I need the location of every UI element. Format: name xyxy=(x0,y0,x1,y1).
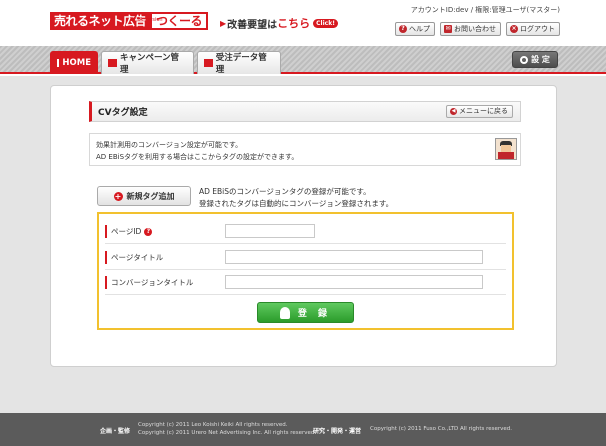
avatar xyxy=(495,138,517,160)
main-area: CVタグ設定 ◀ メニューに戻る 効果計測用のコンバージョン設定が可能です。 A… xyxy=(0,76,606,413)
settings-button-label: 設 定 xyxy=(531,55,550,64)
register-button-label: 登 録 xyxy=(297,309,332,319)
header-buttons: ? ヘルプ ✉ お問い合わせ × ログアウト xyxy=(395,22,560,36)
help-button-label: ヘルプ xyxy=(409,25,430,33)
conversion-title-input[interactable] xyxy=(225,275,483,289)
field-label: ページタイトル xyxy=(105,251,163,264)
conversion-title-label: コンバージョンタイトル xyxy=(111,278,194,287)
tag-note: AD EBiSのコンバージョンタグの登録が可能です。 登録されたタグは自動的にコ… xyxy=(199,186,393,209)
click-badge: Click! xyxy=(313,18,338,28)
add-tag-button-label: 新規タグ追加 xyxy=(126,191,175,201)
tab-campaign-label: キャンペーン管理 xyxy=(119,53,180,75)
note-line-2: 登録されたタグは自動的にコンバージョン登録されます。 xyxy=(199,198,394,208)
request-prefix: 改善要望は xyxy=(227,19,278,31)
logo-beta-text: BETA version xyxy=(130,17,163,23)
page-id-label: ページID xyxy=(111,227,142,236)
note-line-1: AD EBiSのコンバージョンタグの登録が可能です。 xyxy=(199,187,371,196)
back-button-label: メニューに戻る xyxy=(459,107,508,115)
help-icon[interactable]: ? xyxy=(144,227,153,236)
question-icon: ? xyxy=(399,25,407,33)
page-title: CVタグ設定 xyxy=(98,108,148,118)
home-icon xyxy=(57,59,60,67)
settings-button[interactable]: 設 定 xyxy=(512,51,558,68)
mail-icon: ✉ xyxy=(444,25,452,33)
help-button[interactable]: ? ヘルプ xyxy=(395,22,435,36)
arrow-right-icon: ▶ xyxy=(220,18,227,28)
info-line-2: AD EBiSタグを利用する場合はここからタグの設定ができます。 xyxy=(96,153,299,161)
tab-home-label: HOME xyxy=(62,58,91,68)
form-row-page-id: ページID ? xyxy=(105,219,506,244)
clipboard-icon xyxy=(204,59,213,67)
tab-orders[interactable]: 受注データ管理 xyxy=(197,51,281,81)
feature-request-link[interactable]: ▶ 改善要望は こちら Click! xyxy=(220,15,338,31)
close-icon: × xyxy=(510,25,518,33)
copyright-line-3: Copyright (c) 2011 Fuso Co.,LTD All righ… xyxy=(370,426,513,432)
footer-copyright-left: Copyright (c) 2011 Leo Koishi Keiki All … xyxy=(138,421,316,437)
tab-orders-label: 受注データ管理 xyxy=(215,53,267,75)
arrow-left-icon: ◀ xyxy=(450,108,457,115)
contact-button-label: お問い合わせ xyxy=(454,25,496,33)
plus-icon: + xyxy=(113,191,123,201)
page-title-bar: CVタグ設定 ◀ メニューに戻る xyxy=(89,101,521,122)
info-line-1: 効果計測用のコンバージョン設定が可能です。 xyxy=(96,141,243,149)
header: 売れるネット広告 つくーる BETA version ▶ 改善要望は こちら C… xyxy=(0,0,606,46)
campaign-icon xyxy=(108,59,117,67)
info-box: 効果計測用のコンバージョン設定が可能です。 AD EBiSタグを利用する場合はこ… xyxy=(89,133,521,166)
form-row-page-title: ページタイトル xyxy=(105,245,506,270)
page-title-input[interactable] xyxy=(225,250,483,264)
page-title-label: ページタイトル xyxy=(111,253,164,262)
gear-icon xyxy=(520,55,529,64)
logout-button[interactable]: × ログアウト xyxy=(506,22,560,36)
footer-plan-label: 企画・監修 xyxy=(100,428,131,435)
tab-home[interactable]: HOME xyxy=(50,51,98,82)
form-row-conversion-title: コンバージョンタイトル xyxy=(105,270,506,295)
add-tag-button[interactable]: + 新規タグ追加 xyxy=(97,186,191,206)
request-link-text: こちら xyxy=(277,17,311,30)
back-to-menu-button[interactable]: ◀ メニューに戻る xyxy=(446,105,513,118)
page-id-input[interactable] xyxy=(225,224,315,238)
copyright-line-2: Copyright (c) 2011 Urero Net Advertising… xyxy=(138,430,317,436)
field-label: コンバージョンタイトル xyxy=(105,276,193,289)
content-card: CVタグ設定 ◀ メニューに戻る 効果計測用のコンバージョン設定が可能です。 A… xyxy=(50,85,557,367)
account-info: アカウントID:dev / 権限:管理ユーザ(マスター) xyxy=(410,6,560,14)
tab-campaign[interactable]: キャンペーン管理 xyxy=(101,51,194,81)
register-icon xyxy=(279,306,290,319)
register-button[interactable]: 登 録 xyxy=(257,302,354,323)
contact-button[interactable]: ✉ お問い合わせ xyxy=(440,22,501,36)
field-label: ページID ? xyxy=(105,225,153,238)
main-nav: HOME キャンペーン管理 受注データ管理 設 定 xyxy=(0,46,606,82)
logout-button-label: ログアウト xyxy=(520,25,555,33)
copyright-line-1: Copyright (c) 2011 Leo Koishi Keiki All … xyxy=(138,422,288,428)
footer: 企画・監修 Copyright (c) 2011 Leo Koishi Keik… xyxy=(0,413,606,446)
footer-dev-label: 研究・開発・運営 xyxy=(313,428,362,435)
